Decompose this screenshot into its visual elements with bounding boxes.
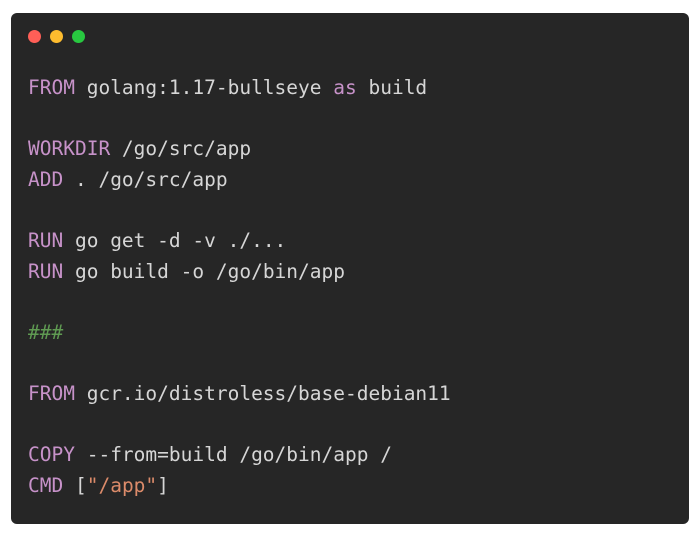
code-line: FROM golang:1.17-bullseye as build: [28, 73, 451, 104]
code-keyword: FROM: [28, 76, 75, 99]
code-text: golang:1.17-bullseye: [74, 76, 334, 99]
minimize-dot-icon: [50, 30, 63, 43]
code-line: RUN go build -o /go/bin/app: [28, 257, 451, 288]
code-text: go get -d -v ./...: [63, 228, 287, 252]
code-text: gcr.io/distroless/base-debian11: [74, 381, 451, 405]
code-keyword: COPY: [28, 443, 75, 467]
code-keyword: as: [333, 76, 357, 99]
code-text: /go/src/app: [110, 137, 252, 161]
code-text: --from=build /go/bin/app /: [74, 443, 392, 467]
code-keyword: RUN: [28, 259, 64, 283]
code-text: ]: [157, 473, 169, 497]
code-line: COPY --from=build /go/bin/app /: [28, 440, 451, 471]
code-line: CMD ["/app"]: [28, 471, 451, 502]
code-line: FROM gcr.io/distroless/base-debian11: [28, 379, 451, 410]
code-block: FROM golang:1.17-bullseye as build WORKD…: [28, 73, 451, 501]
code-line: ###: [28, 318, 451, 349]
code-text: build: [356, 76, 428, 99]
code-keyword: ADD: [28, 167, 64, 191]
code-keyword: WORKDIR: [28, 137, 111, 161]
code-keyword: RUN: [28, 228, 64, 252]
code-keyword: CMD: [28, 473, 64, 497]
code-text: . /go/src/app: [63, 167, 228, 191]
code-string: "/app": [86, 473, 158, 497]
maximize-dot-icon: [72, 30, 85, 43]
code-line: ADD . /go/src/app: [28, 165, 451, 196]
code-keyword: FROM: [28, 381, 75, 405]
code-comment: ###: [28, 320, 64, 344]
close-dot-icon: [28, 30, 41, 43]
code-line: WORKDIR /go/src/app: [28, 134, 451, 165]
code-text: go build -o /go/bin/app: [63, 259, 345, 283]
code-window: FROM golang:1.17-bullseye as build WORKD…: [11, 13, 689, 524]
code-text: [: [63, 473, 87, 497]
window-controls: [28, 30, 85, 43]
code-line: RUN go get -d -v ./...: [28, 226, 451, 257]
